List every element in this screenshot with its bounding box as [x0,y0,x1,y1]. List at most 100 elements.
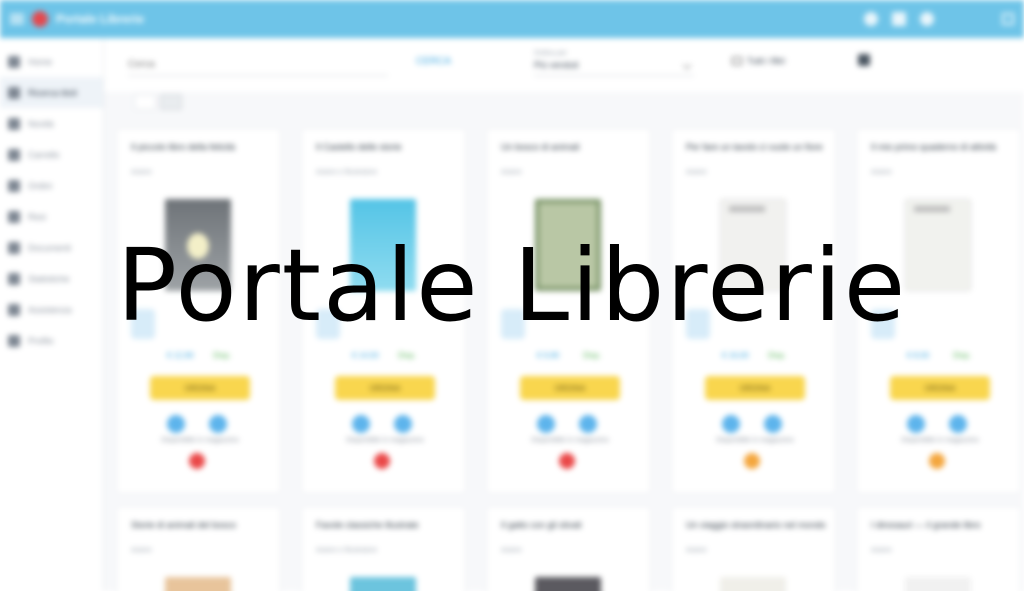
filters-label: Tutti i filtri [747,56,786,66]
cart-icon[interactable] [858,54,870,66]
order-button[interactable]: ORDINA [520,376,620,400]
sort-value: Più venduti [534,60,579,70]
user-icon[interactable] [864,12,878,26]
info-icon[interactable] [949,415,967,433]
order-button[interactable]: ORDINA [890,376,990,400]
product-author: Autore [501,547,522,554]
info-icon[interactable] [394,415,412,433]
notifications-icon[interactable] [892,12,906,26]
sidebar-item-search-titles[interactable]: Ricerca titoli [0,77,103,108]
list-icon [8,179,20,192]
stock-note: Disponibile in magazzino [901,437,979,444]
top-bar-actions [864,12,1014,26]
availability-label: Disp. [953,351,972,360]
info-icon[interactable] [579,415,597,433]
search-toolbar: CERCA Ordina per Più venduti Tutti i fil… [104,38,1024,92]
book-cover[interactable] [535,577,601,591]
product-price: € 12,90 [167,351,194,360]
sidebar-item-label: Ordini [28,180,53,191]
sidebar-item-cart[interactable]: Carrello [0,139,103,170]
sort-select[interactable]: Ordina per Più venduti [534,50,694,76]
product-title: Un bosco di animali [501,142,580,152]
sort-label: Ordina per [534,50,568,57]
order-button[interactable]: ORDINA [335,376,435,400]
product-card[interactable]: Il gatto con gli stivali Autore [486,506,651,591]
product-title: Per fare un tavolo ci vuole un fiore [686,142,823,152]
page-title: Portale Librerie [116,227,908,344]
sidebar-item-home[interactable]: Home [0,46,103,77]
book-cover[interactable] [905,577,971,591]
product-card[interactable]: I dinosauri — il grande libro Autore [856,506,1021,591]
app-title: Portale Librerie [56,12,145,26]
top-bar: Portale Librerie [0,0,1024,38]
stock-note: Disponibile in magazzino [716,437,794,444]
logo-icon [32,11,48,27]
product-author: Autore [131,169,152,176]
availability-label: Disp. [398,351,417,360]
product-author: Autore [686,169,707,176]
product-card[interactable]: Storie di animali del bosco Autore [116,506,281,591]
product-title: Il piccolo libro della felicità [131,142,236,152]
list-view-icon[interactable] [134,94,156,110]
view-toggle [134,94,182,110]
sidebar-item-news[interactable]: Novità [0,108,103,139]
product-author: Autore [686,547,707,554]
availability-label: Disp. [213,351,232,360]
product-author: Autore [871,547,892,554]
grid-view-icon[interactable] [160,94,182,110]
book-cover[interactable] [720,577,786,591]
book-icon [8,86,20,99]
product-author: Autore [131,547,152,554]
wishlist-icon[interactable] [537,415,555,433]
sidebar-item-label: Ricerca titoli [28,87,78,98]
availability-label: Disp. [768,351,787,360]
wishlist-icon[interactable] [352,415,370,433]
book-cover[interactable] [350,577,416,591]
product-title: I dinosauri — il grande libro [871,520,981,530]
product-author: Autore [871,169,892,176]
info-icon[interactable] [209,415,227,433]
product-title: Un viaggio straordinario nel mondo [686,520,826,530]
order-button[interactable]: ORDINA [150,376,250,400]
status-indicator [929,453,945,469]
product-price: € 8,50 [907,351,930,360]
settings-icon[interactable] [920,12,934,26]
product-card[interactable]: Favole classiche illustrate Autore e Ill… [301,506,466,591]
stock-note: Disponibile in magazzino [161,437,239,444]
status-indicator [559,453,575,469]
cart-icon [8,148,20,161]
filters-button[interactable]: Tutti i filtri [732,56,785,66]
search-button[interactable]: CERCA [416,56,451,67]
product-card[interactable]: Un viaggio straordinario nel mondo Autor… [671,506,836,591]
product-price: € 9,90 [537,351,560,360]
product-title: Il mio primo quaderno di attività [871,142,997,152]
sidebar-item-label: Novità [28,118,54,129]
order-button[interactable]: ORDINA [705,376,805,400]
search-input[interactable] [128,54,388,76]
stock-note: Disponibile in magazzino [346,437,424,444]
filter-icon [732,57,742,65]
menu-icon[interactable] [10,14,24,24]
product-author: Autore [501,169,522,176]
availability-label: Disp. [583,351,602,360]
home-icon [8,55,20,68]
sidebar-item-label: Resi [28,211,47,222]
wishlist-icon[interactable] [722,415,740,433]
product-author: Autore e Illustratore [316,547,378,554]
wishlist-icon[interactable] [907,415,925,433]
status-indicator [744,453,760,469]
info-icon[interactable] [764,415,782,433]
product-price: € 14,50 [352,351,379,360]
product-title: Il gatto con gli stivali [501,520,582,530]
sidebar-item-orders[interactable]: Ordini [0,170,103,201]
status-indicator [189,453,205,469]
book-cover[interactable] [165,577,231,591]
product-price: € 16,00 [722,351,749,360]
product-author: Autore e Illustratore [316,169,378,176]
star-icon [8,117,20,130]
status-indicator [374,453,390,469]
wishlist-icon[interactable] [167,415,185,433]
product-title: Storie di animali del bosco [131,520,237,530]
apps-icon[interactable] [1002,13,1014,25]
product-title: Favole classiche illustrate [316,520,419,530]
